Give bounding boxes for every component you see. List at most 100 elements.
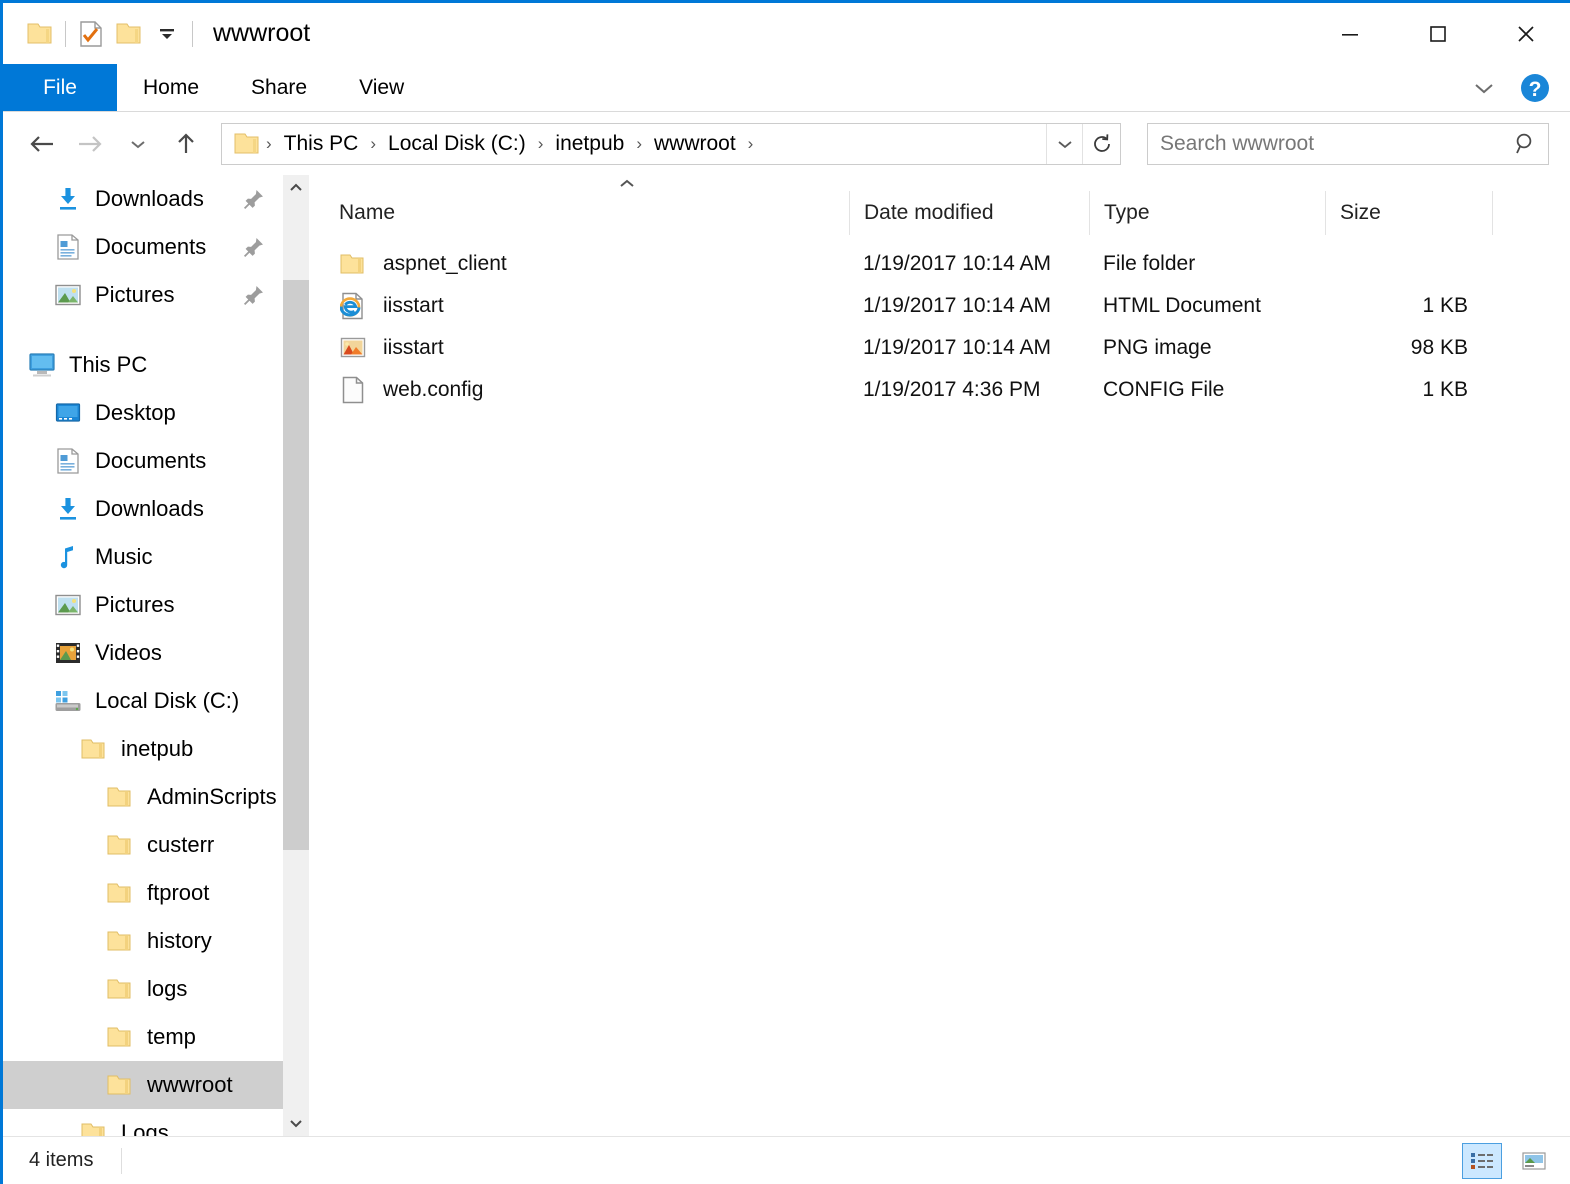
tree-section-gap xyxy=(3,319,283,341)
back-button[interactable] xyxy=(19,121,65,167)
table-row[interactable]: iisstart 1/19/2017 10:14 AM HTML Document 1… xyxy=(317,285,1570,327)
cell-name: web.config xyxy=(317,376,849,404)
cell-name: aspnet_client xyxy=(317,252,849,276)
minimize-button[interactable] xyxy=(1306,3,1394,64)
table-row[interactable]: aspnet_client 1/19/2017 10:14 AM File fold… xyxy=(317,243,1570,285)
breadcrumb-separator-1[interactable]: › xyxy=(366,134,380,154)
sidebar-item-wwwroot[interactable]: wwwroot xyxy=(3,1061,283,1109)
breadcrumb-item-wwwroot[interactable]: wwwroot xyxy=(646,130,744,158)
folder-icon xyxy=(103,834,137,856)
sidebar-item-temp[interactable]: temp xyxy=(3,1013,283,1061)
table-row[interactable]: web.config 1/19/2017 4:36 PM CONFIG File 1 … xyxy=(317,369,1570,411)
search-icon[interactable] xyxy=(1504,131,1548,157)
downloads-icon xyxy=(51,186,85,212)
sidebar-item-label: Music xyxy=(95,544,153,569)
sidebar-item-label: Documents xyxy=(95,234,207,259)
chevron-down-icon[interactable] xyxy=(1466,70,1502,106)
breadcrumb-item-inetpub[interactable]: inetpub xyxy=(547,130,632,158)
sidebar-item-pictures[interactable]: Pictures xyxy=(3,581,283,629)
sidebar-item-documents[interactable]: Documents xyxy=(3,223,283,271)
explorer-window: wwwroot File Home Share View ? › This PC… xyxy=(0,0,1570,1184)
navigation-scrollbar[interactable] xyxy=(283,175,309,1136)
close-button[interactable] xyxy=(1482,3,1570,64)
help-icon[interactable]: ? xyxy=(1516,69,1554,107)
cell-size: 1 KB xyxy=(1422,378,1468,401)
sidebar-item-logs[interactable]: Logs xyxy=(3,1109,283,1136)
refresh-icon[interactable] xyxy=(1082,124,1120,164)
window-title: wwwroot xyxy=(213,19,311,47)
cell-type: PNG image xyxy=(1103,336,1212,359)
folder-icon xyxy=(103,1074,137,1096)
folder-icon xyxy=(103,978,137,1000)
table-row[interactable]: iisstart 1/19/2017 10:14 AM PNG image 98 KB xyxy=(317,327,1570,369)
sidebar-item-custerr[interactable]: custerr xyxy=(3,821,283,869)
sidebar-item-adminscripts[interactable]: AdminScripts xyxy=(3,773,283,821)
sidebar-item-local-disk-c[interactable]: Local Disk (C:) xyxy=(3,677,283,725)
column-header-size[interactable]: Size xyxy=(1325,191,1492,235)
sidebar-item-label: wwwroot xyxy=(147,1072,233,1097)
sidebar-item-ftproot[interactable]: ftproot xyxy=(3,869,283,917)
breadcrumb-separator-2[interactable]: › xyxy=(534,134,548,154)
column-header-end-divider xyxy=(1492,191,1493,235)
customize-dropdown-icon[interactable] xyxy=(148,15,186,53)
sidebar-item-pictures[interactable]: Pictures xyxy=(3,271,283,319)
sidebar-item-logs[interactable]: logs xyxy=(3,965,283,1013)
file-name-label: iisstart xyxy=(383,294,444,317)
recent-locations-icon[interactable] xyxy=(115,121,161,167)
sidebar-item-videos[interactable]: Videos xyxy=(3,629,283,677)
search-box[interactable] xyxy=(1147,123,1549,165)
sidebar-item-documents[interactable]: Documents xyxy=(3,437,283,485)
details-view-button[interactable] xyxy=(1462,1143,1502,1179)
column-header-name[interactable]: Name xyxy=(317,191,849,235)
sidebar-item-downloads[interactable]: Downloads xyxy=(3,485,283,533)
sidebar-item-desktop[interactable]: Desktop xyxy=(3,389,283,437)
view-buttons xyxy=(1462,1137,1554,1184)
tab-file[interactable]: File xyxy=(3,64,117,112)
file-rows: aspnet_client 1/19/2017 10:14 AM File fold… xyxy=(317,243,1570,411)
file-name-label: iisstart xyxy=(383,336,444,359)
scroll-up-icon[interactable] xyxy=(283,175,309,201)
column-header-date-modified[interactable]: Date modified xyxy=(849,191,1089,235)
scrollbar-thumb[interactable] xyxy=(283,280,309,850)
sidebar-item-label: Downloads xyxy=(95,186,204,211)
previous-locations-icon[interactable] xyxy=(1046,124,1082,164)
breadcrumb-separator-0[interactable]: › xyxy=(262,134,276,154)
sidebar-item-label: history xyxy=(147,928,212,953)
scroll-down-icon[interactable] xyxy=(283,1110,309,1136)
forward-button[interactable] xyxy=(67,121,113,167)
breadcrumb-item-this-pc[interactable]: This PC xyxy=(276,130,367,158)
breadcrumb-separator-4[interactable]: › xyxy=(744,134,758,154)
sidebar-item-this-pc[interactable]: This PC xyxy=(3,341,283,389)
properties-icon[interactable] xyxy=(72,15,110,53)
documents-icon xyxy=(51,234,85,260)
large-icons-view-button[interactable] xyxy=(1514,1143,1554,1179)
new-folder-icon[interactable] xyxy=(110,15,148,53)
breadcrumb-folder-icon[interactable] xyxy=(232,132,262,156)
sidebar-item-downloads[interactable]: Downloads xyxy=(3,175,283,223)
pin-icon[interactable] xyxy=(243,284,283,306)
sidebar-item-label: Logs xyxy=(121,1120,169,1136)
tab-home[interactable]: Home xyxy=(117,64,225,112)
tab-view[interactable]: View xyxy=(333,64,430,112)
breadcrumb-separator-3[interactable]: › xyxy=(632,134,646,154)
pin-icon[interactable] xyxy=(243,236,283,258)
breadcrumb-bar[interactable]: › This PC › Local Disk (C:) › inetpub › … xyxy=(221,123,1121,165)
up-button[interactable] xyxy=(163,121,209,167)
folder-icon[interactable] xyxy=(21,15,59,53)
sidebar-item-label: Local Disk (C:) xyxy=(95,688,240,713)
tab-share[interactable]: Share xyxy=(225,64,333,112)
search-input[interactable] xyxy=(1148,132,1504,156)
sidebar-item-inetpub[interactable]: inetpub xyxy=(3,725,283,773)
folder-icon xyxy=(77,738,111,760)
qat-separator-1 xyxy=(65,20,66,47)
maximize-button[interactable] xyxy=(1394,3,1482,64)
sidebar-item-music[interactable]: Music xyxy=(3,533,283,581)
title-bar: wwwroot xyxy=(3,3,1570,64)
cell-name: iisstart xyxy=(317,336,849,360)
breadcrumb-item-local-disk[interactable]: Local Disk (C:) xyxy=(380,130,534,158)
folder-icon xyxy=(77,1122,111,1136)
png-image-icon xyxy=(339,336,367,360)
column-header-type[interactable]: Type xyxy=(1089,191,1325,235)
pin-icon[interactable] xyxy=(243,188,283,210)
sidebar-item-history[interactable]: history xyxy=(3,917,283,965)
